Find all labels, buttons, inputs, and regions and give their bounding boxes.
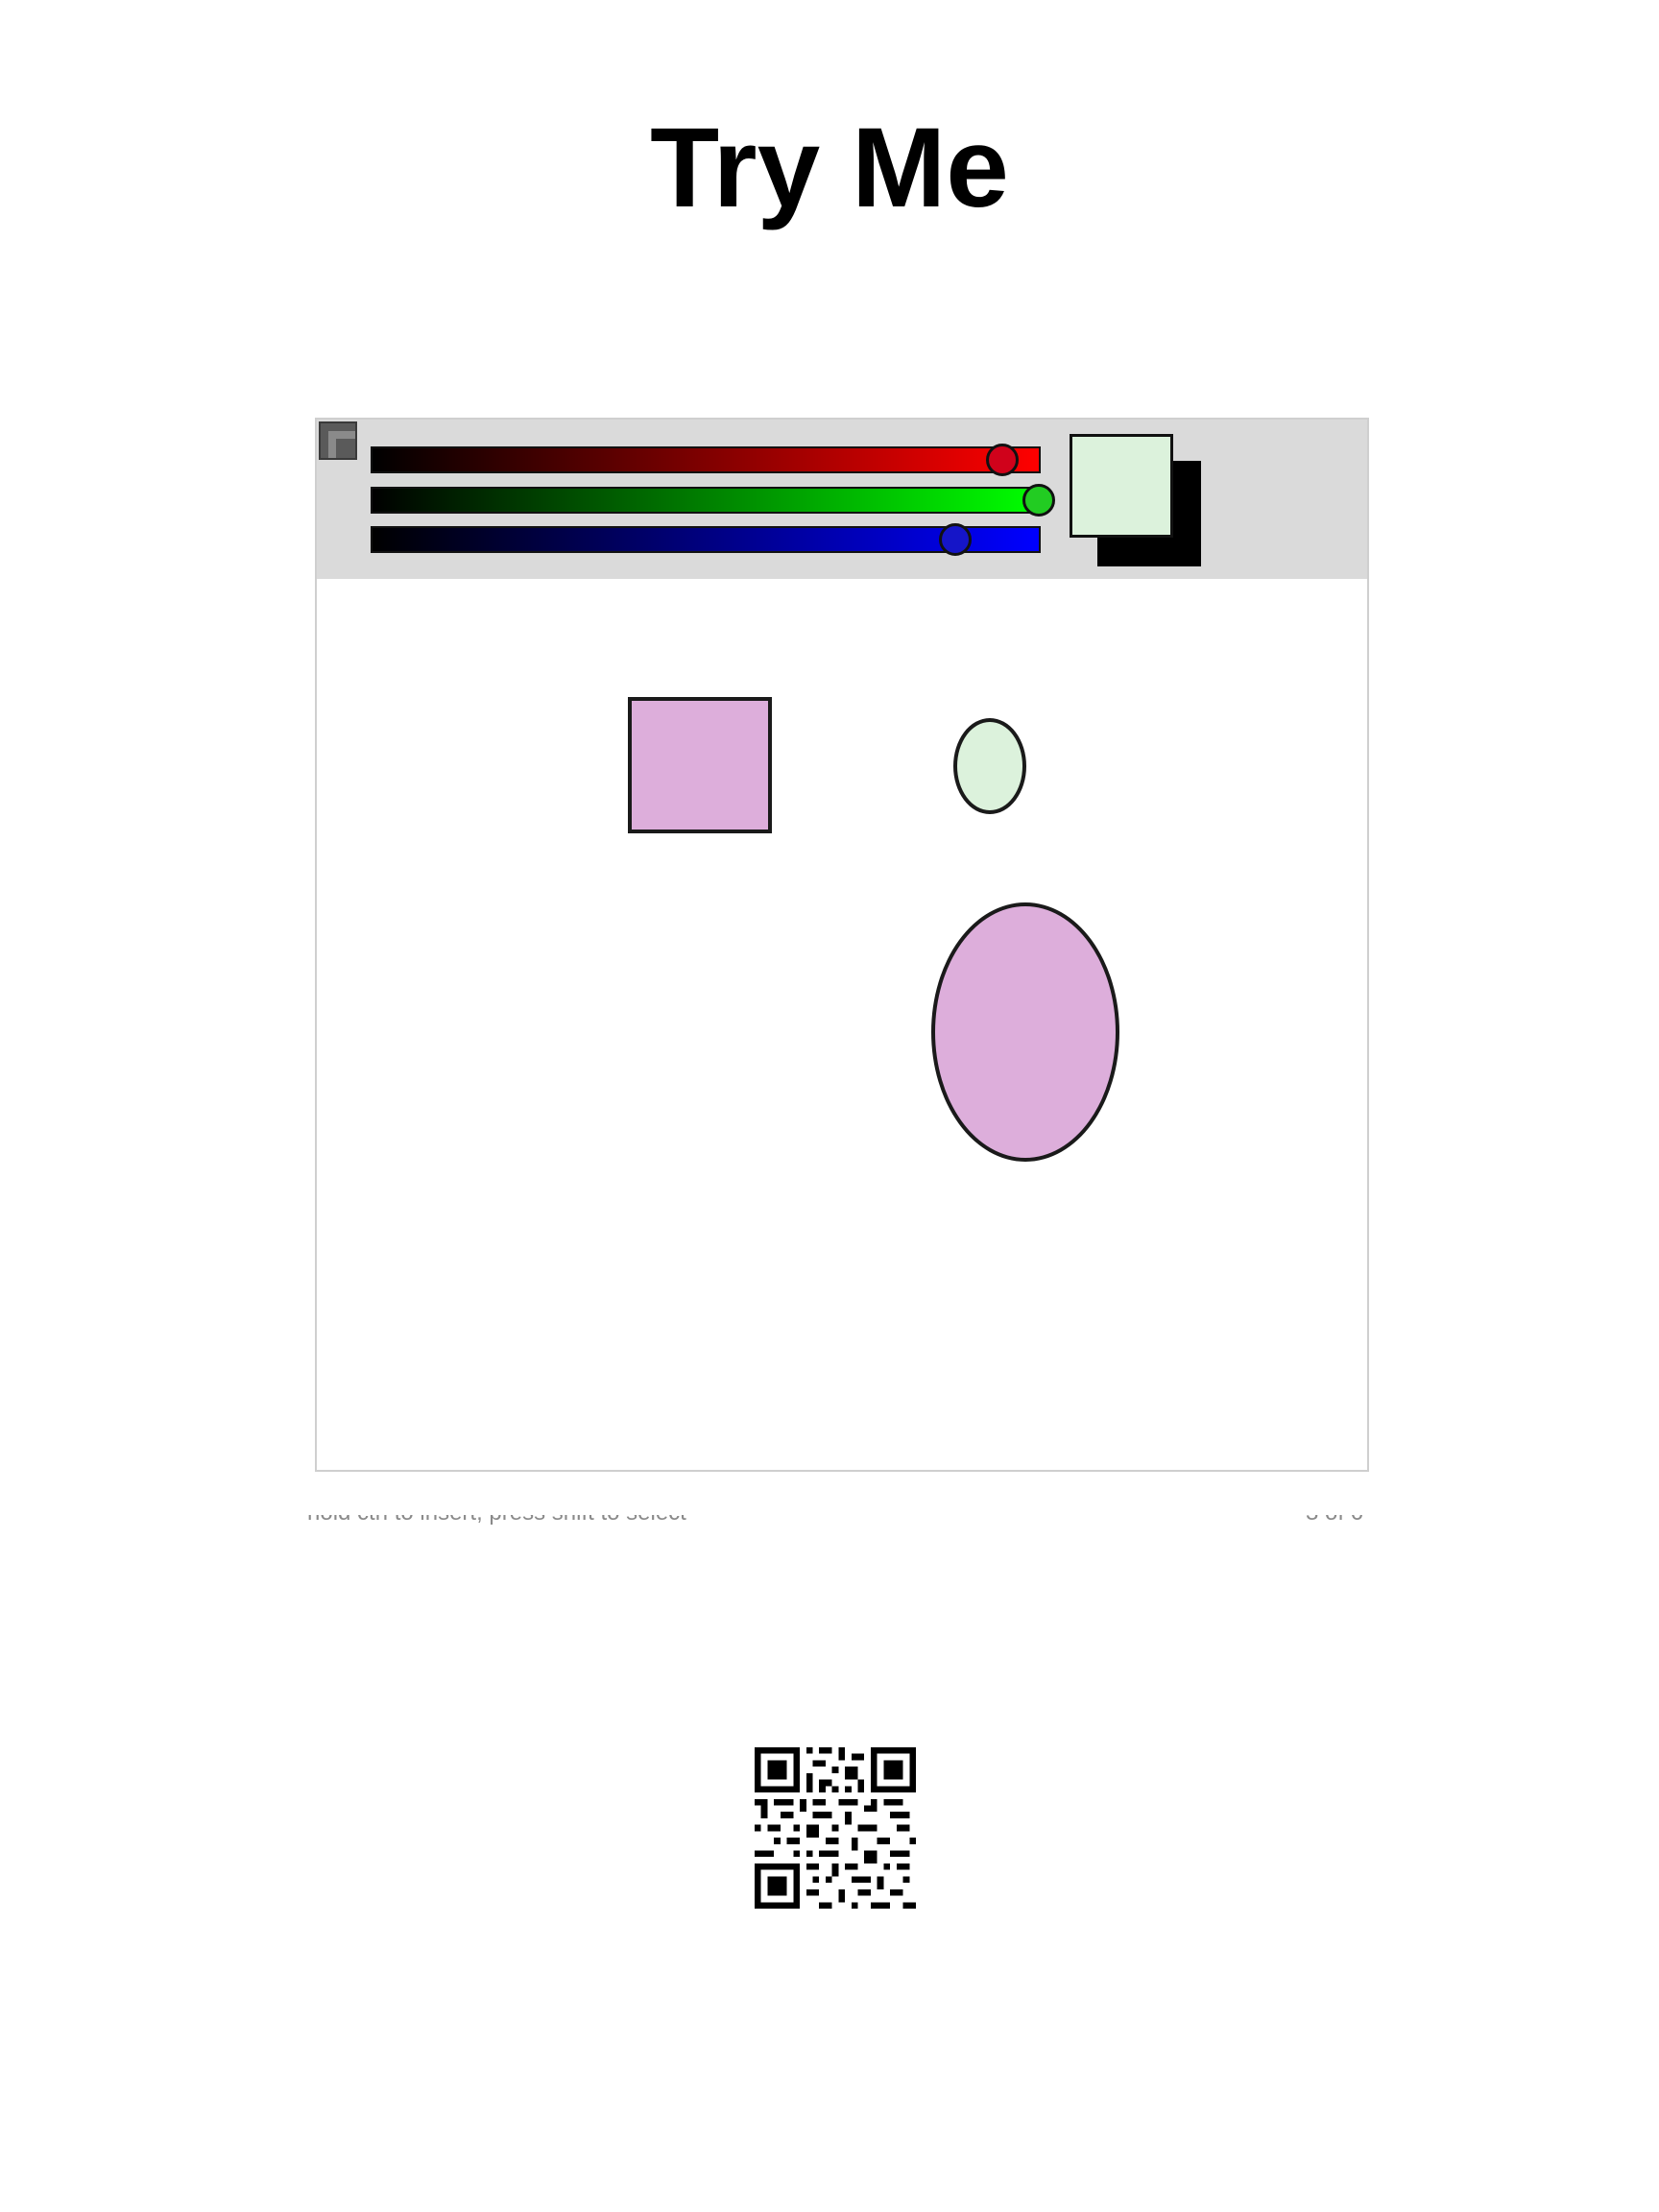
current-color-swatch[interactable] <box>1070 434 1173 538</box>
red-slider-knob[interactable] <box>985 444 1019 476</box>
hint-text: hold ctrl to insert, press shift to sele… <box>307 1515 1363 1525</box>
red-slider[interactable] <box>371 444 1041 476</box>
shape-large-ellipse[interactable] <box>931 902 1119 1162</box>
hint-left: hold ctrl to insert, press shift to sele… <box>307 1515 686 1525</box>
green-slider[interactable] <box>371 484 1055 517</box>
hint-right: 3 of 6 <box>1306 1515 1363 1525</box>
blue-slider[interactable] <box>371 523 1041 556</box>
drawing-canvas[interactable] <box>317 579 1367 1470</box>
shape-small-ellipse[interactable] <box>953 718 1026 814</box>
corner-select-icon-inner <box>336 439 355 458</box>
blue-slider-knob[interactable] <box>939 523 973 556</box>
page-title: Try Me <box>650 105 1009 231</box>
shape-square[interactable] <box>628 697 772 833</box>
drawing-app <box>315 418 1369 1472</box>
qr-code-icon <box>755 1747 916 1909</box>
corner-select-icon[interactable] <box>319 421 357 460</box>
green-slider-knob[interactable] <box>1022 484 1055 517</box>
toolbar <box>317 420 1367 579</box>
